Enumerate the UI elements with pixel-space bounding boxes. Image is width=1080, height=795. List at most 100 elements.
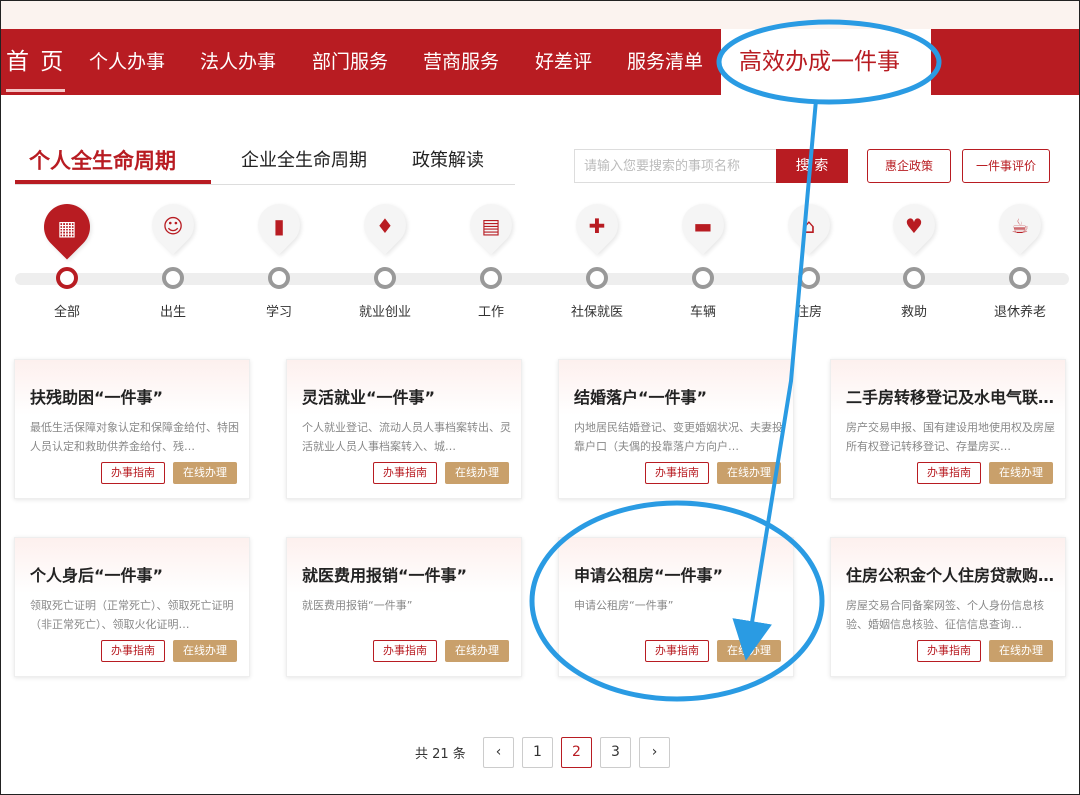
- online-apply-button[interactable]: 在线办理: [989, 640, 1053, 662]
- stage-label: 就业创业: [358, 305, 411, 320]
- policy-button[interactable]: 惠企政策: [867, 149, 951, 183]
- stage-label: 全部: [53, 305, 80, 320]
- service-card[interactable]: 结婚落户“一件事” 内地居民结婚登记、变更婚姻状况、夫妻投靠户口（夫偶的投靠落户方…: [558, 359, 794, 499]
- online-apply-button[interactable]: 在线办理: [717, 462, 781, 484]
- stage-4[interactable]: ▤ 工作: [446, 195, 536, 324]
- nav-legal-person[interactable]: 法人办事: [200, 29, 276, 95]
- car-icon: ▬: [693, 214, 713, 238]
- stage-label: 退休养老: [993, 305, 1046, 320]
- guide-button[interactable]: 办事指南: [645, 462, 709, 484]
- pager-page-3[interactable]: 3: [600, 737, 631, 768]
- stage-label: 工作: [477, 305, 504, 320]
- pager-prev-button[interactable]: ‹: [483, 737, 514, 768]
- card-description: 申请公租房“一件事”: [574, 599, 674, 612]
- online-apply-button[interactable]: 在线办理: [989, 462, 1053, 484]
- online-apply-button[interactable]: 在线办理: [445, 640, 509, 662]
- book-icon: ▮: [273, 214, 285, 238]
- card-description: 个人就业登记、流动人员人事档案转出、灵活就业人员人事档案转入、城…: [302, 421, 511, 453]
- stage-1[interactable]: ☺ 出生: [128, 195, 218, 324]
- stage-dot: [903, 267, 925, 289]
- stage-dot: [798, 267, 820, 289]
- stage-2[interactable]: ▮ 学习: [234, 195, 324, 324]
- stage-dot: [56, 267, 78, 289]
- guide-button[interactable]: 办事指南: [101, 640, 165, 662]
- service-card[interactable]: 灵活就业“一件事” 个人就业登记、流动人员人事档案转出、灵活就业人员人事档案转入、…: [286, 359, 522, 499]
- online-apply-button[interactable]: 在线办理: [173, 640, 237, 662]
- stage-7[interactable]: ⌂ 住房: [764, 195, 854, 324]
- nav-personal[interactable]: 个人办事: [89, 29, 165, 95]
- review-button[interactable]: 一件事评价: [962, 149, 1050, 183]
- pager-page-2[interactable]: 2: [561, 737, 592, 768]
- briefcase-icon: ▤: [481, 214, 501, 238]
- card-title[interactable]: 灵活就业“一件事”: [302, 384, 512, 408]
- stage-label: 出生: [159, 305, 186, 320]
- lifecycle-tabs: 个人全生命周期 企业全生命周期 政策解读: [15, 141, 515, 185]
- nav-department[interactable]: 部门服务: [312, 29, 388, 95]
- pager-total: 共 21 条: [415, 747, 466, 762]
- service-card[interactable]: 扶残助困“一件事” 最低生活保障对象认定和保障金给付、特困人员认定和救助供养金给付…: [14, 359, 250, 499]
- card-description: 房产交易申报、国有建设用地使用权及房屋所有权登记转移登记、存量房买…: [846, 421, 1055, 453]
- service-card[interactable]: 二手房转移登记及水电气联… 房产交易申报、国有建设用地使用权及房屋所有权登记转移登…: [830, 359, 1066, 499]
- stage-label: 车辆: [689, 305, 716, 320]
- guide-button[interactable]: 办事指南: [917, 640, 981, 662]
- nav-business[interactable]: 营商服务: [423, 29, 499, 95]
- online-apply-button[interactable]: 在线办理: [445, 462, 509, 484]
- guide-button[interactable]: 办事指南: [917, 462, 981, 484]
- card-description: 房屋交易合同备案网签、个人身份信息核验、婚姻信息核验、征信信息查询…: [846, 599, 1044, 631]
- card-title[interactable]: 个人身后“一件事”: [30, 562, 240, 586]
- card-description: 最低生活保障对象认定和保障金给付、特困人员认定和救助供养金给付、残…: [30, 421, 239, 453]
- pager-next-button[interactable]: ›: [639, 737, 670, 768]
- nav-service-list[interactable]: 服务清单: [627, 29, 703, 95]
- stage-8[interactable]: ♥ 救助: [869, 195, 959, 324]
- stage-9[interactable]: ☕ 退休养老: [975, 195, 1065, 324]
- card-description: 就医费用报销“一件事”: [302, 599, 413, 612]
- guide-button[interactable]: 办事指南: [101, 462, 165, 484]
- card-title[interactable]: 二手房转移登记及水电气联…: [846, 384, 1056, 408]
- guide-button[interactable]: 办事指南: [373, 462, 437, 484]
- stage-dot: [586, 267, 608, 289]
- card-description: 领取死亡证明（正常死亡）、领取死亡证明（非正常死亡）、领取火化证明…: [30, 599, 234, 631]
- service-card[interactable]: 住房公积金个人住房贷款购… 房屋交易合同备案网签、个人身份信息核验、婚姻信息核验、…: [830, 537, 1066, 677]
- nav-home[interactable]: 首 页: [6, 29, 66, 95]
- stage-5[interactable]: ✚ 社保就医: [552, 195, 642, 324]
- heart-hand-icon: ♥: [905, 214, 923, 238]
- search-button[interactable]: 搜 索: [776, 149, 848, 183]
- card-title[interactable]: 扶残助困“一件事”: [30, 384, 240, 408]
- service-card[interactable]: 就医费用报销“一件事” 就医费用报销“一件事” 办事指南 在线办理: [286, 537, 522, 677]
- search-input[interactable]: 请输入您要搜索的事项名称: [574, 149, 776, 183]
- pager-page-1[interactable]: 1: [522, 737, 553, 768]
- guide-button[interactable]: 办事指南: [645, 640, 709, 662]
- online-apply-button[interactable]: 在线办理: [173, 462, 237, 484]
- medical-cross-icon: ✚: [588, 214, 606, 238]
- tab-active-underline: [15, 180, 211, 184]
- card-description: 内地居民结婚登记、变更婚姻状况、夫妻投靠户口（夫偶的投靠落户方向户…: [574, 421, 783, 453]
- nav-rating[interactable]: 好差评: [535, 29, 592, 95]
- stage-dot: [480, 267, 502, 289]
- stage-label: 社保就医: [570, 305, 623, 320]
- stage-3[interactable]: ♦ 就业创业: [340, 195, 430, 324]
- stage-0[interactable]: ▦ 全部: [22, 194, 112, 324]
- card-title[interactable]: 申请公租房“一件事”: [574, 562, 784, 586]
- tab-enterprise-lifecycle[interactable]: 企业全生命周期: [241, 141, 367, 183]
- nav-one-thing[interactable]: 高效办成一件事: [739, 29, 900, 95]
- tab-personal-lifecycle[interactable]: 个人全生命周期: [29, 141, 176, 183]
- briefcase-tie-icon: ♦: [376, 214, 394, 238]
- card-title[interactable]: 就医费用报销“一件事”: [302, 562, 512, 586]
- grid-icon: ▦: [57, 216, 77, 240]
- service-card[interactable]: 申请公租房“一件事” 申请公租房“一件事” 办事指南 在线办理: [558, 537, 794, 677]
- stage-dot: [374, 267, 396, 289]
- baby-icon: ☺: [162, 214, 184, 238]
- top-strip: [1, 1, 1079, 29]
- online-apply-button[interactable]: 在线办理: [717, 640, 781, 662]
- stage-dot: [162, 267, 184, 289]
- tab-policy[interactable]: 政策解读: [412, 141, 484, 183]
- service-card[interactable]: 个人身后“一件事” 领取死亡证明（正常死亡）、领取死亡证明（非正常死亡）、领取火化…: [14, 537, 250, 677]
- main-nav: 首 页 个人办事 法人办事 部门服务 营商服务 好差评 服务清单 高效办成一件事: [1, 29, 1079, 95]
- stage-dot: [1009, 267, 1031, 289]
- stage-6[interactable]: ▬ 车辆: [658, 195, 748, 324]
- cup-icon: ☕: [1011, 214, 1029, 238]
- guide-button[interactable]: 办事指南: [373, 640, 437, 662]
- stage-label: 救助: [900, 305, 927, 320]
- card-title[interactable]: 住房公积金个人住房贷款购…: [846, 562, 1056, 586]
- card-title[interactable]: 结婚落户“一件事”: [574, 384, 784, 408]
